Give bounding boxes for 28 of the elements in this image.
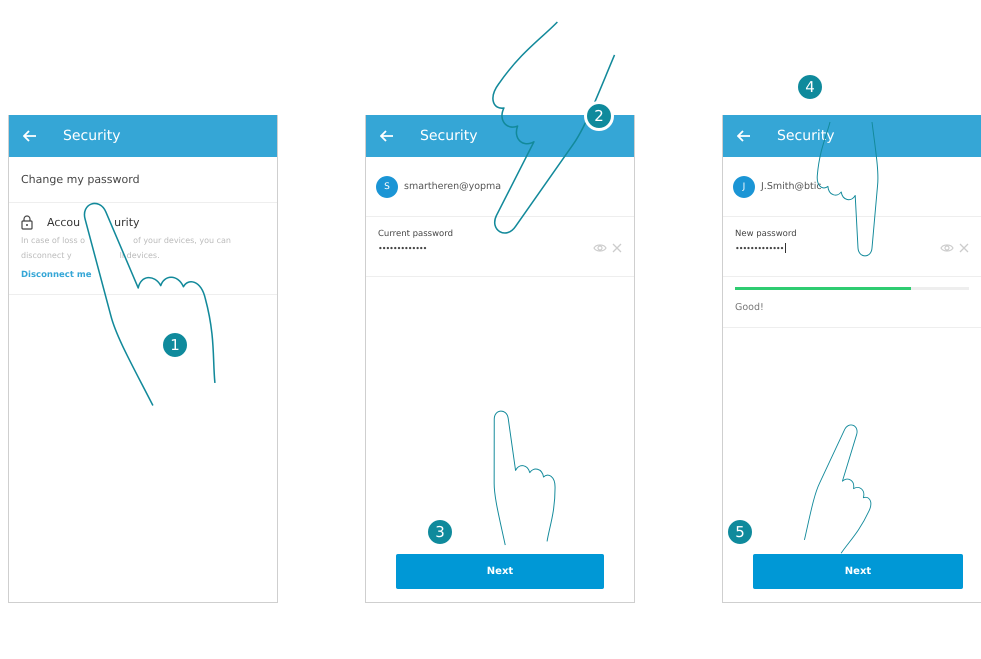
close-icon[interactable] xyxy=(959,243,969,253)
section-title: urity xyxy=(114,216,140,229)
description-text: In case of loss o xyxy=(21,236,86,245)
screen-title: Security xyxy=(63,128,120,144)
step-number: 2 xyxy=(584,101,614,131)
screen-title: Security xyxy=(420,128,478,144)
avatar-initial: S xyxy=(376,176,398,198)
change-password-option[interactable]: Change my password xyxy=(9,157,277,203)
description-text: of your devices, you can xyxy=(133,236,231,245)
field-label: Current password xyxy=(378,229,454,239)
account-email: smartheren@yopma xyxy=(404,181,502,192)
back-arrow-icon[interactable] xyxy=(737,130,751,142)
step-number: 4 xyxy=(795,72,825,102)
account-email: J.Smith@btic xyxy=(761,181,822,192)
lock-icon xyxy=(21,215,33,230)
description-text: disconnect y xyxy=(21,251,72,260)
password-field[interactable]: ••••••••••••• xyxy=(735,243,786,253)
eye-icon[interactable] xyxy=(593,243,607,253)
back-arrow-icon[interactable] xyxy=(380,130,394,142)
close-icon[interactable] xyxy=(612,243,622,253)
strength-label: Good! xyxy=(735,302,765,313)
password-field[interactable]: ••••••••••••• xyxy=(378,244,426,252)
screen-title: Security xyxy=(777,128,834,144)
back-arrow-icon[interactable] xyxy=(23,130,37,142)
section-title: Accou xyxy=(47,216,80,229)
avatar-initial: J xyxy=(733,176,755,198)
field-label: New password xyxy=(735,229,798,239)
eye-icon[interactable] xyxy=(940,243,954,253)
